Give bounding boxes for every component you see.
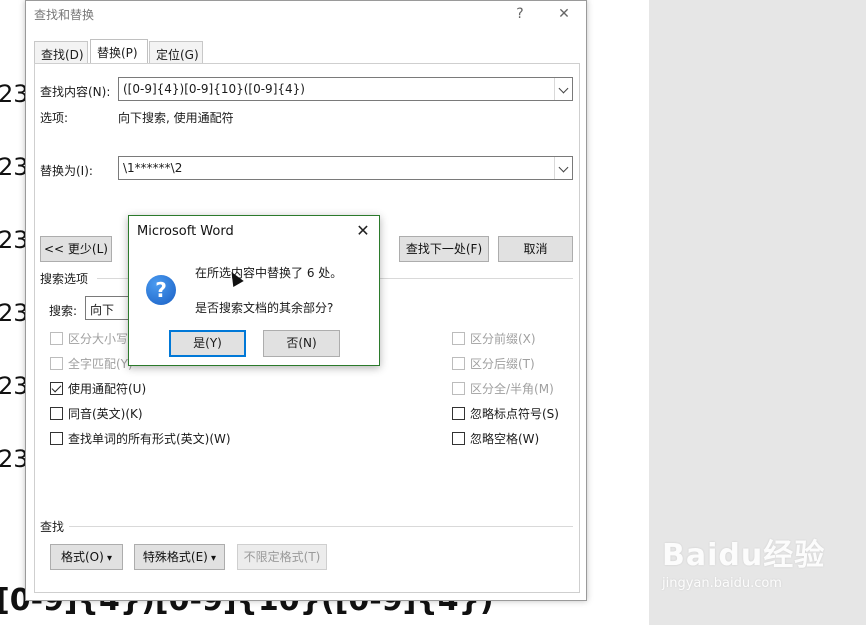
option-match-case[interactable]: 区分大小写 [50, 330, 128, 346]
option-match-prefix[interactable]: 区分前缀(X) [452, 330, 536, 346]
watermark: Baidu经验 jingyan.baidu.com [662, 530, 825, 591]
document-area: 23 23 23 23 23 23 [0, 0, 29, 625]
option-label: 全字匹配(Y) [68, 356, 133, 371]
option-match-suffix[interactable]: 区分后缀(T) [452, 355, 535, 371]
chevron-down-icon[interactable] [554, 157, 572, 179]
find-next-button[interactable]: 查找下一处(F) [399, 236, 489, 262]
special-button[interactable]: 特殊格式(E) [134, 544, 225, 570]
word-message-box: Microsoft Word ✕ ? 在所选内容中替换了 6 处。 是否搜索文档… [128, 215, 380, 366]
option-label: 使用通配符(U) [68, 381, 147, 396]
option-sounds-like[interactable]: 同音(英文)(K) [50, 405, 143, 421]
option-label: 忽略标点符号(S) [470, 406, 559, 421]
tab-find[interactable]: 查找(D) [34, 41, 88, 63]
option-label: 同音(英文)(K) [68, 406, 143, 421]
find-section-title: 查找 [40, 520, 65, 534]
close-icon[interactable]: ✕ [554, 4, 574, 24]
message-title: Microsoft Word [137, 224, 234, 239]
checkbox[interactable] [50, 431, 63, 445]
no-formatting-button[interactable]: 不限定格式(T) [237, 544, 327, 570]
replace-with-label: 替换为(I): [40, 164, 93, 178]
dialog-title: 查找和替换 [34, 8, 95, 22]
message-body: ? 在所选内容中替换了 6 处。 是否搜索文档的其余部分? [129, 247, 379, 365]
close-icon[interactable]: ✕ [353, 221, 373, 241]
checkbox[interactable] [50, 381, 63, 395]
search-direction-value: 向下 [90, 303, 115, 317]
checkbox[interactable] [50, 406, 63, 420]
checkbox[interactable] [452, 406, 465, 420]
search-options-title: 搜索选项 [40, 272, 89, 286]
tab-replace[interactable]: 替换(P) [90, 39, 148, 64]
option-label: 忽略空格(W) [470, 431, 540, 446]
replace-with-value: \1******\2 [123, 161, 183, 175]
question-icon: ? [146, 275, 176, 305]
tab-goto[interactable]: 定位(G) [149, 41, 203, 63]
option-label: 区分前缀(X) [470, 331, 536, 346]
search-direction-label: 搜索: [49, 304, 78, 318]
find-what-value: ([0-9]{4})[0-9]{10}([0-9]{4}) [123, 82, 305, 96]
option-all-word-forms[interactable]: 查找单词的所有形式(英文)(W) [50, 430, 231, 446]
options-label: 选项: [40, 111, 69, 125]
option-label: 查找单词的所有形式(英文)(W) [68, 431, 231, 446]
checkbox[interactable] [50, 331, 63, 345]
find-what-label: 查找内容(N): [40, 85, 111, 99]
checkbox[interactable] [452, 356, 465, 370]
checkbox[interactable] [50, 356, 63, 370]
option-match-width[interactable]: 区分全/半角(M) [452, 380, 554, 396]
cancel-button[interactable]: 取消 [498, 236, 573, 262]
replace-with-field[interactable]: \1******\2 [118, 156, 573, 180]
help-icon[interactable]: ? [510, 4, 530, 24]
checkbox[interactable] [452, 381, 465, 395]
divider [69, 526, 573, 527]
yes-button[interactable]: 是(Y) [169, 330, 246, 357]
format-button[interactable]: 格式(O) [50, 544, 123, 570]
checkbox[interactable] [452, 431, 465, 445]
document-margin [588, 0, 649, 625]
message-line-2: 是否搜索文档的其余部分? [195, 301, 334, 315]
option-ignore-punctuation[interactable]: 忽略标点符号(S) [452, 405, 559, 421]
no-button[interactable]: 否(N) [263, 330, 340, 357]
chevron-down-icon[interactable] [554, 78, 572, 100]
message-line-1: 在所选内容中替换了 6 处。 [195, 266, 343, 280]
checkbox[interactable] [452, 331, 465, 345]
find-what-field[interactable]: ([0-9]{4})[0-9]{10}([0-9]{4}) [118, 77, 573, 101]
watermark-logo: Baidu经验 [662, 538, 826, 573]
option-whole-word[interactable]: 全字匹配(Y) [50, 355, 133, 371]
less-button[interactable]: << 更少(L) [40, 236, 112, 262]
option-label: 区分大小写 [68, 331, 129, 346]
options-value: 向下搜索, 使用通配符 [118, 111, 234, 125]
dialog-titlebar[interactable]: 查找和替换 ? ✕ [26, 1, 586, 27]
message-titlebar[interactable]: Microsoft Word ✕ [129, 216, 379, 247]
option-label: 区分全/半角(M) [470, 381, 554, 396]
option-use-wildcards[interactable]: 使用通配符(U) [50, 380, 146, 396]
option-ignore-whitespace[interactable]: 忽略空格(W) [452, 430, 539, 446]
option-label: 区分后缀(T) [470, 356, 535, 371]
watermark-site: jingyan.baidu.com [662, 576, 782, 591]
